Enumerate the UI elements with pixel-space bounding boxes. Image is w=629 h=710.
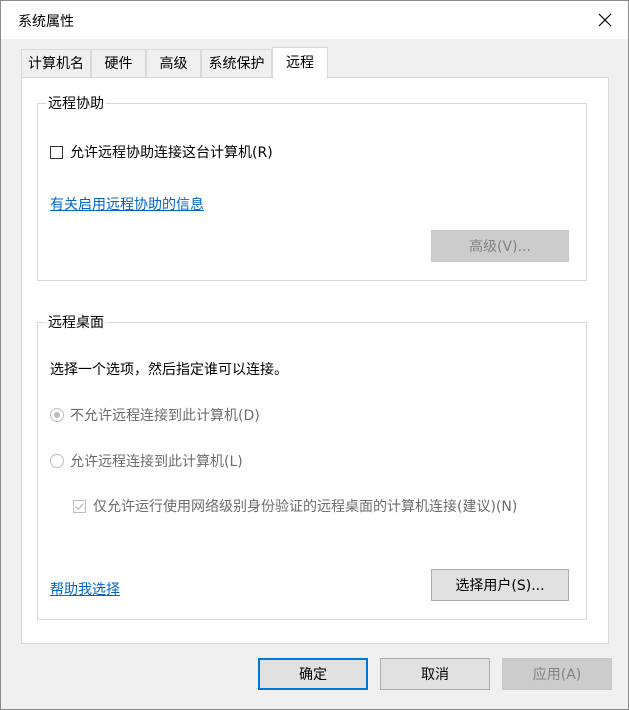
close-button[interactable] xyxy=(590,5,620,35)
title-bar: 系统属性 xyxy=(1,1,628,39)
apply-button[interactable]: 应用(A) xyxy=(502,658,612,690)
radio-button xyxy=(50,408,64,422)
tab-computer-name[interactable]: 计算机名 xyxy=(21,49,91,77)
select-users-button[interactable]: 选择用户(S)... xyxy=(431,569,569,601)
remote-desktop-instruction: 选择一个选项，然后指定谁可以连接。 xyxy=(50,362,288,378)
cancel-button[interactable]: 取消 xyxy=(380,658,490,690)
system-properties-dialog: 系统属性 计算机名 硬件 高级 系统保护 远程 远程协助 允许远程协助连接这台计… xyxy=(0,0,629,710)
allow-remote-assistance-label: 允许远程协助连接这台计算机(R) xyxy=(70,145,273,161)
radio-selected-dot xyxy=(54,412,60,418)
ok-button[interactable]: 确定 xyxy=(258,658,368,690)
radio-disallow-label: 不允许远程连接到此计算机(D) xyxy=(70,408,260,424)
nla-only-label: 仅允许运行使用网络级别身份验证的远程桌面的计算机连接(建议)(N) xyxy=(93,499,518,515)
tab-advanced[interactable]: 高级 xyxy=(146,49,201,77)
remote-assistance-group: 远程协助 允许远程协助连接这台计算机(R) 有关启用远程协助的信息 高级(V).… xyxy=(37,93,587,281)
remote-assistance-info-link[interactable]: 有关启用远程协助的信息 xyxy=(50,194,204,214)
tab-remote[interactable]: 远程 xyxy=(272,47,328,79)
remote-desktop-title: 远程桌面 xyxy=(46,312,106,332)
window-title: 系统属性 xyxy=(18,14,74,30)
tab-system-protection[interactable]: 系统保护 xyxy=(201,49,272,77)
nla-only-checkbox[interactable]: 仅允许运行使用网络级别身份验证的远程桌面的计算机连接(建议)(N) xyxy=(73,496,517,516)
remote-tab-panel: 远程协助 允许远程协助连接这台计算机(R) 有关启用远程协助的信息 高级(V).… xyxy=(21,77,609,644)
close-icon xyxy=(598,13,612,27)
radio-allow-remote[interactable]: 允许远程连接到此计算机(L) xyxy=(50,451,243,471)
help-me-choose-link[interactable]: 帮助我选择 xyxy=(50,579,120,599)
tab-hardware[interactable]: 硬件 xyxy=(91,49,146,77)
radio-button xyxy=(50,454,64,468)
remote-assistance-title: 远程协助 xyxy=(46,93,106,113)
radio-allow-label: 允许远程连接到此计算机(L) xyxy=(70,454,243,470)
checkbox-box xyxy=(73,499,86,513)
allow-remote-assistance-checkbox[interactable]: 允许远程协助连接这台计算机(R) xyxy=(50,142,273,162)
checkbox-box xyxy=(50,145,63,159)
remote-desktop-group: 远程桌面 选择一个选项，然后指定谁可以连接。 不允许远程连接到此计算机(D) 允… xyxy=(37,312,587,620)
radio-disallow-remote[interactable]: 不允许远程连接到此计算机(D) xyxy=(50,405,260,425)
advanced-button[interactable]: 高级(V)... xyxy=(431,230,569,262)
checkmark-icon xyxy=(75,502,84,510)
